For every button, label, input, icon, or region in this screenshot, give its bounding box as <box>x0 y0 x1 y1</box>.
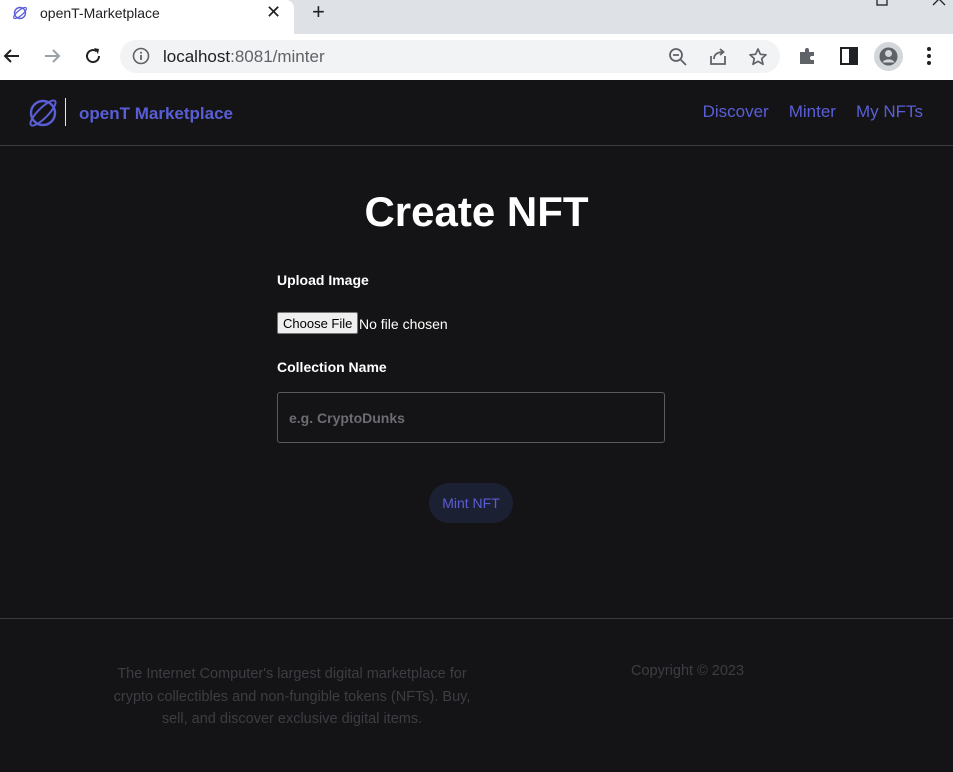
footer-description: The Internet Computer's largest digital … <box>113 666 471 727</box>
collection-name-input[interactable] <box>277 392 665 443</box>
tab-close-icon[interactable]: ✕ <box>266 2 281 22</box>
zoom-out-icon[interactable] <box>668 47 688 67</box>
tab-search-icon[interactable] <box>763 0 775 4</box>
reload-icon <box>86 48 101 64</box>
nav-discover[interactable]: Discover <box>703 102 769 122</box>
back-button[interactable] <box>0 44 24 68</box>
new-tab-button[interactable]: + <box>312 1 325 23</box>
planet-favicon-icon <box>13 6 27 20</box>
window-controls <box>733 0 953 8</box>
browser-tab-strip: openT-Marketplace ✕ + <box>0 0 953 34</box>
share-icon[interactable] <box>708 47 728 67</box>
brand-name[interactable]: openT Marketplace <box>79 104 233 124</box>
choose-file-button[interactable]: Choose File <box>277 312 359 334</box>
page-content: openT Marketplace Discover Minter My NFT… <box>0 80 953 772</box>
side-panel-icon[interactable] <box>838 45 860 67</box>
tab-title: openT-Marketplace <box>40 5 160 21</box>
collection-name-label: Collection Name <box>277 359 387 375</box>
extensions-puzzle-icon[interactable] <box>797 45 819 67</box>
site-info-icon[interactable] <box>132 47 150 65</box>
url-text: localhost:8081/minter <box>163 47 325 66</box>
browser-toolbar: localhost:8081/minter <box>0 34 953 80</box>
main-nav: Discover Minter My NFTs <box>703 102 923 122</box>
upload-image-label: Upload Image <box>277 272 369 288</box>
site-footer: The Internet Computer's largest digital … <box>0 618 953 772</box>
bookmark-star-icon[interactable] <box>748 47 768 67</box>
maximize-icon[interactable] <box>876 0 888 6</box>
planet-logo-icon[interactable] <box>26 96 60 130</box>
reload-button[interactable] <box>81 44 105 68</box>
mint-nft-button[interactable]: Mint NFT <box>429 483 513 523</box>
browser-tab[interactable]: openT-Marketplace ✕ <box>0 0 294 34</box>
footer-copyright: Copyright © 2023 <box>631 663 745 679</box>
nav-my-nfts[interactable]: My NFTs <box>856 102 923 122</box>
nav-minter[interactable]: Minter <box>789 102 836 122</box>
address-bar[interactable]: localhost:8081/minter <box>120 40 780 73</box>
site-header: openT Marketplace Discover Minter My NFT… <box>0 80 953 146</box>
forward-button[interactable] <box>40 44 64 68</box>
person-icon <box>879 47 898 66</box>
profile-avatar[interactable] <box>874 42 903 71</box>
back-arrow-icon <box>3 49 19 63</box>
page-title: Create NFT <box>364 188 589 235</box>
forward-arrow-icon <box>45 49 61 63</box>
close-window-icon[interactable] <box>932 0 946 6</box>
file-status-text: No file chosen <box>359 316 448 332</box>
logo-divider <box>65 98 66 126</box>
menu-kebab-icon[interactable] <box>918 45 940 67</box>
